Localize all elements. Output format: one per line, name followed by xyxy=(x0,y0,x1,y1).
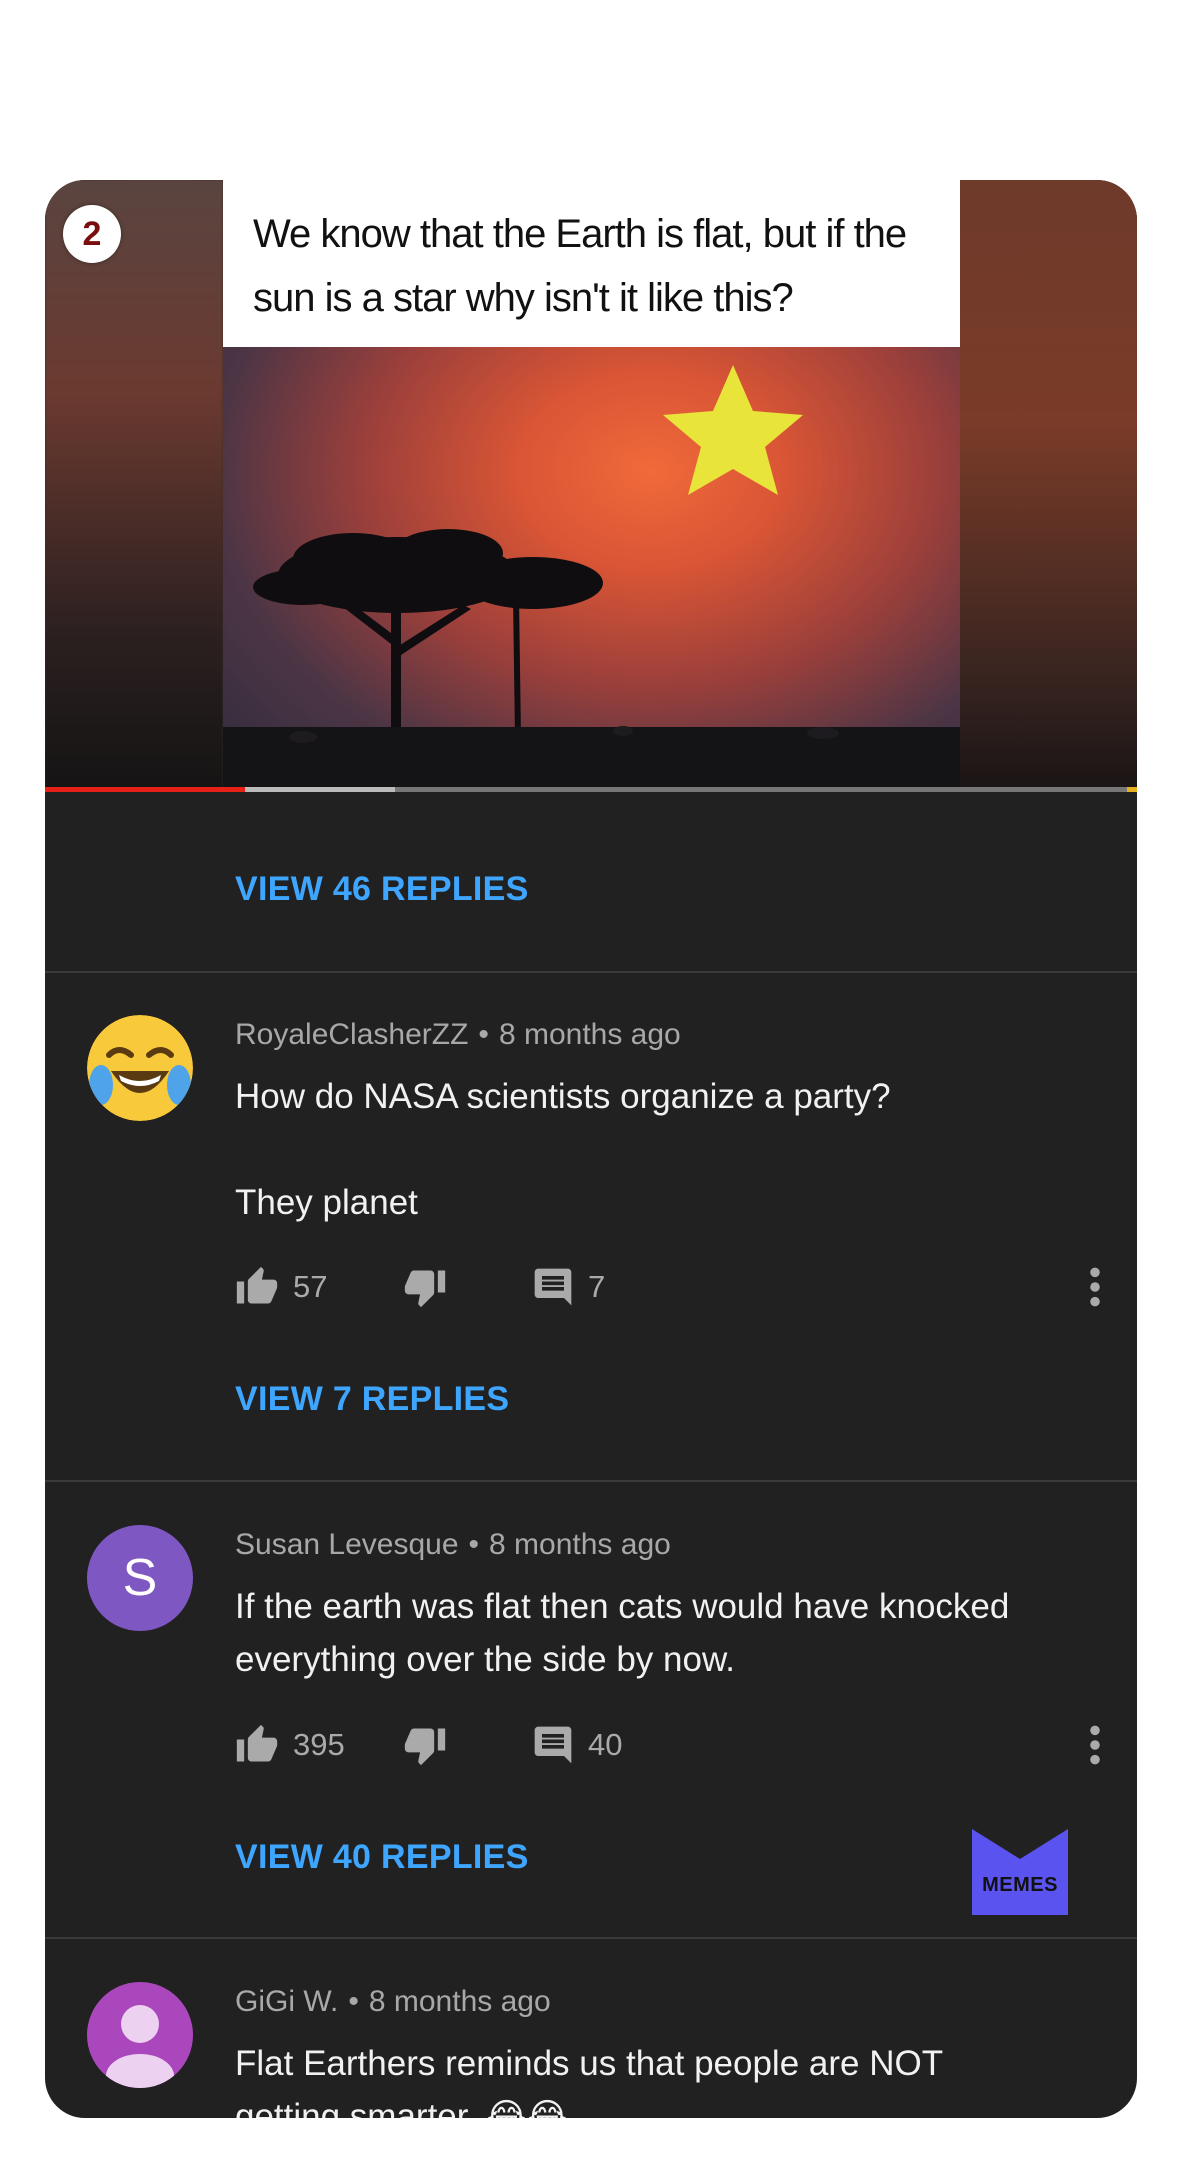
meta-separator: • xyxy=(468,1528,480,1561)
laughing-emoji-icon xyxy=(87,1015,193,1121)
divider xyxy=(45,1937,1137,1939)
comments-card: We know that the Earth is flat, but if t… xyxy=(45,180,1137,2118)
video-frame: We know that the Earth is flat, but if t… xyxy=(223,180,960,790)
reply-icon[interactable] xyxy=(531,1265,575,1309)
meta-separator: • xyxy=(348,1985,359,2018)
view-replies-button[interactable]: VIEW 46 REPLIES xyxy=(235,870,529,909)
comment-time: 8 months ago xyxy=(368,1985,551,2018)
comment-actions: 395 40 xyxy=(235,1723,1105,1773)
comment-text: Flat Earthers reminds us that people are… xyxy=(235,2037,1085,2118)
dislike-icon[interactable] xyxy=(403,1723,447,1767)
comment-text-line: How do NASA scientists organize a party? xyxy=(235,1077,891,1116)
sunset-image xyxy=(223,347,960,790)
avatar-letter: S xyxy=(122,1549,158,1607)
memes-logo-icon xyxy=(972,1829,1068,1915)
comment-meta: GiGi W. • 8 months ago xyxy=(235,1985,551,2019)
rank-badge: 2 xyxy=(63,205,121,263)
reply-count: 40 xyxy=(588,1727,623,1762)
divider xyxy=(45,1480,1137,1482)
comment-text: How do NASA scientists organize a party?… xyxy=(235,1070,1085,1229)
like-icon[interactable] xyxy=(235,1723,279,1767)
progress-played xyxy=(45,787,245,792)
avatar[interactable] xyxy=(87,1982,193,2088)
meta-separator: • xyxy=(478,1018,489,1051)
reply-count: 7 xyxy=(588,1269,606,1304)
avatar[interactable]: S xyxy=(87,1525,193,1631)
video-blur-left xyxy=(45,180,223,790)
comment-meta: RoyaleClasherZZ • 8 months ago xyxy=(235,1018,681,1052)
comment-actions: 57 7 xyxy=(235,1265,1105,1315)
meme-caption: We know that the Earth is flat, but if t… xyxy=(223,180,960,347)
more-vert-icon[interactable] xyxy=(1085,1723,1105,1767)
memes-watermark-text: MEMES xyxy=(982,1874,1058,1896)
comment-author[interactable]: Susan Levesque xyxy=(235,1528,459,1561)
like-icon[interactable] xyxy=(235,1265,279,1309)
progress-end-marker xyxy=(1127,787,1137,792)
comment-text-line: If the earth was flat then cats would ha… xyxy=(235,1587,1010,1626)
comment-author[interactable]: RoyaleClasherZZ xyxy=(235,1018,468,1051)
comment-text-line: everything over the side by now. xyxy=(235,1640,736,1679)
person-icon xyxy=(106,2005,174,2088)
comment-meta: Susan Levesque • 8 months ago xyxy=(235,1528,671,1562)
avatar[interactable] xyxy=(87,1015,193,1121)
like-count: 395 xyxy=(293,1727,345,1762)
dislike-icon[interactable] xyxy=(403,1265,447,1309)
comment-author[interactable]: GiGi W. xyxy=(235,1985,338,2018)
view-replies-button[interactable]: VIEW 40 REPLIES xyxy=(235,1838,529,1877)
sunset-scene xyxy=(223,365,960,790)
star-shape xyxy=(663,365,803,495)
comment-time: 8 months ago xyxy=(489,1528,671,1561)
comment-time: 8 months ago xyxy=(498,1018,681,1051)
caption-line-2: sun is a star why isn't it like this? xyxy=(253,276,794,320)
comment-text-line: Flat Earthers reminds us that people are… xyxy=(235,2044,944,2083)
more-vert-icon[interactable] xyxy=(1085,1265,1105,1309)
video-player[interactable]: We know that the Earth is flat, but if t… xyxy=(45,180,1137,790)
tree-silhouette xyxy=(253,529,603,737)
comment-text: If the earth was flat then cats would ha… xyxy=(235,1580,1085,1686)
like-count: 57 xyxy=(293,1269,328,1304)
video-progress-bar[interactable] xyxy=(45,787,1137,792)
comment-text-line: They planet xyxy=(235,1183,418,1222)
comment-text-line: getting smarter. 😂😂 xyxy=(235,2097,568,2118)
reply-icon[interactable] xyxy=(531,1723,575,1767)
caption-line-1: We know that the Earth is flat, but if t… xyxy=(253,212,907,256)
view-replies-button[interactable]: VIEW 7 REPLIES xyxy=(235,1380,509,1419)
progress-buffered xyxy=(245,787,395,792)
video-blur-right xyxy=(959,180,1137,790)
divider xyxy=(45,971,1137,973)
